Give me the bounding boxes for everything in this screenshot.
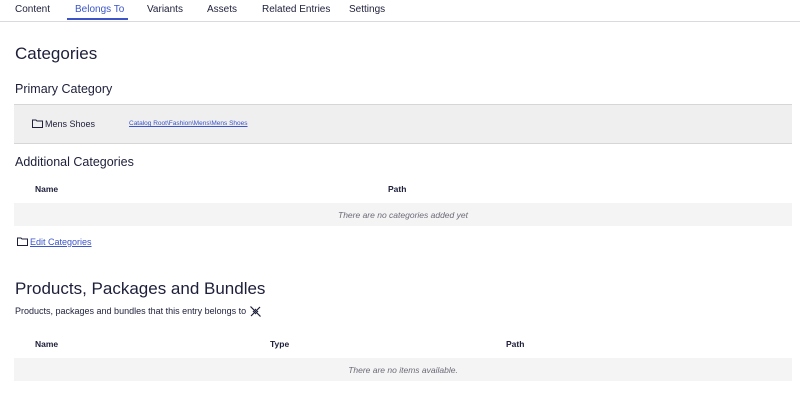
tab-content[interactable]: Content bbox=[15, 4, 50, 15]
primary-category-path-link[interactable]: Catalog Root\Fashion\Mens\Mens Shoes bbox=[129, 120, 248, 127]
products-empty-message: There are no items available. bbox=[348, 365, 458, 375]
edit-categories-link[interactable]: Edit Categories bbox=[30, 237, 92, 247]
primary-category-row: Mens Shoes Catalog Root\Fashion\Mens\Men… bbox=[14, 104, 792, 144]
products-description: Products, packages and bundles that this… bbox=[15, 306, 247, 316]
unlink-icon[interactable] bbox=[249, 305, 262, 318]
folder-icon bbox=[32, 119, 43, 128]
column-header-path: Path bbox=[506, 339, 525, 349]
column-header-type: Type bbox=[270, 339, 290, 349]
tab-settings[interactable]: Settings bbox=[349, 4, 385, 15]
tab-bar: Content Belongs To Variants Assets Relat… bbox=[0, 0, 800, 22]
additional-categories-heading: Additional Categories bbox=[15, 155, 134, 169]
column-header-path: Path bbox=[388, 184, 407, 194]
categories-empty-row: There are no categories added yet bbox=[14, 203, 792, 226]
tab-belongs-to[interactable]: Belongs To bbox=[75, 4, 124, 15]
tab-assets[interactable]: Assets bbox=[207, 4, 237, 15]
folder-icon bbox=[17, 237, 28, 246]
tab-related-entries[interactable]: Related Entries bbox=[262, 4, 330, 15]
products-title: Products, Packages and Bundles bbox=[15, 279, 266, 298]
column-header-name: Name bbox=[35, 339, 59, 349]
column-header-name: Name bbox=[35, 184, 59, 194]
categories-empty-message: There are no categories added yet bbox=[338, 210, 468, 220]
primary-category-name: Mens Shoes bbox=[45, 119, 96, 129]
primary-category-heading: Primary Category bbox=[15, 82, 113, 96]
tab-variants[interactable]: Variants bbox=[147, 4, 183, 15]
products-empty-row: There are no items available. bbox=[14, 358, 792, 381]
categories-title: Categories bbox=[15, 44, 98, 63]
active-tab-indicator bbox=[67, 18, 128, 20]
